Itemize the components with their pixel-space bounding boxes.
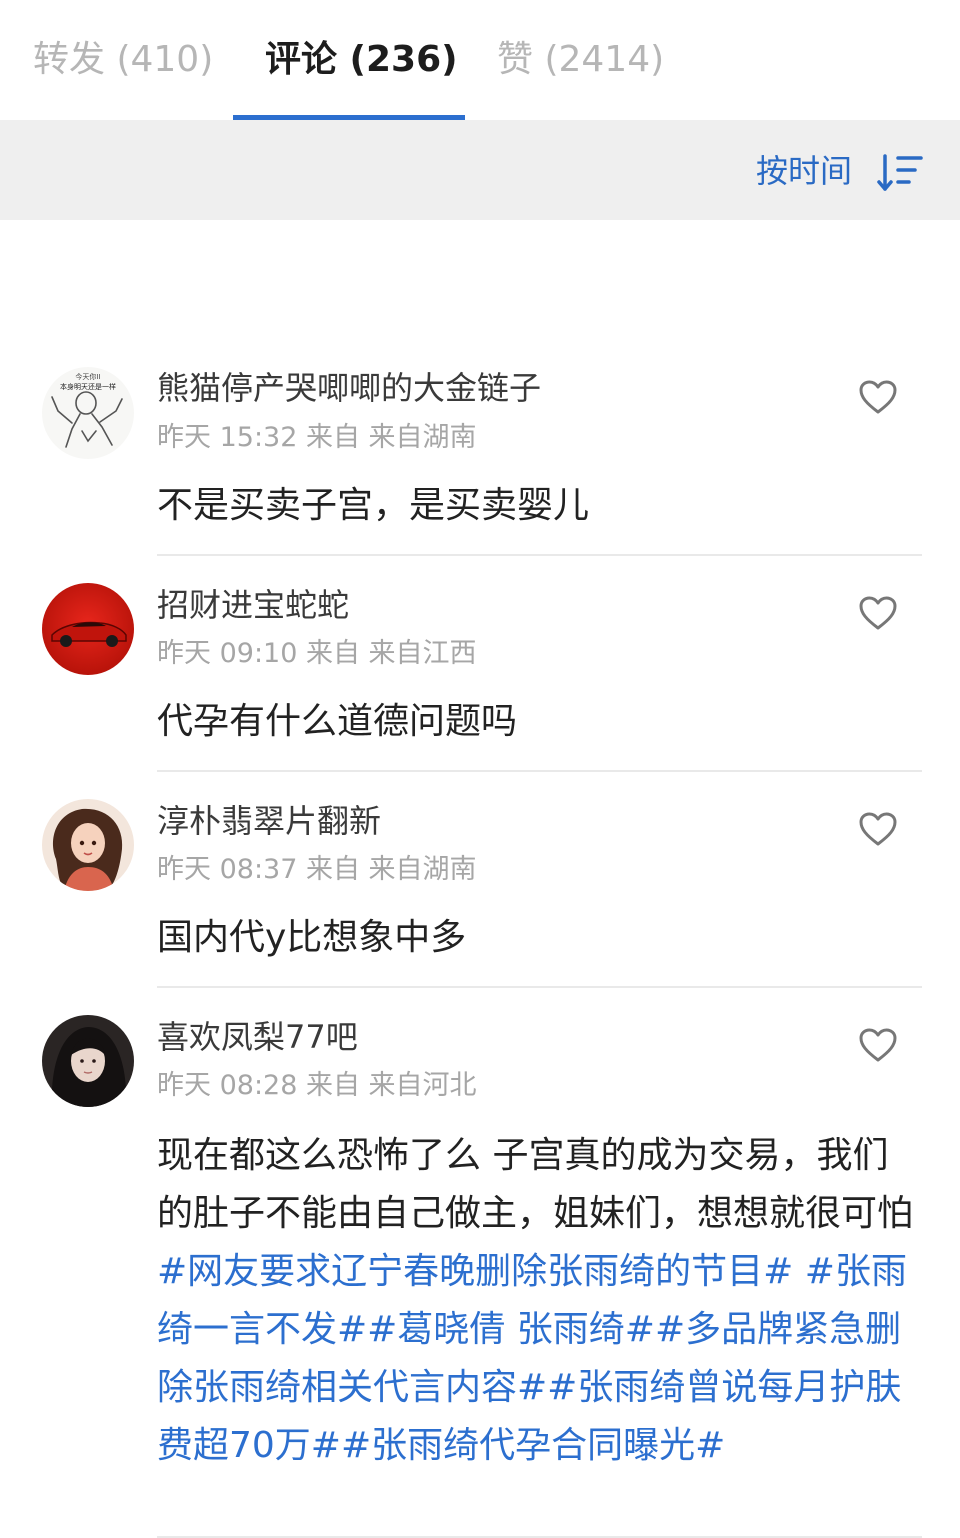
sort-by-time-button[interactable]: 按时间 <box>756 148 852 194</box>
sort-descending-icon[interactable] <box>876 153 924 193</box>
divider <box>157 986 922 988</box>
avatar[interactable]: 今天你II 本身明天还是一样 <box>42 367 134 459</box>
hashtag-link[interactable]: #葛晓倩 张雨绮# <box>367 1309 655 1350</box>
comment-text-plain: 现在都这么恐怖了么 子宫真的成为交易，我们的肚子不能由自己做主，姐妹们，想想就很… <box>157 1135 914 1234</box>
comment-username[interactable]: 招财进宝蛇蛇 <box>157 583 349 627</box>
svg-text:今天你II: 今天你II <box>75 372 100 381</box>
hashtag-separator <box>793 1251 804 1292</box>
heart-icon[interactable] <box>858 811 898 847</box>
comment-meta: 昨天 09:10 来自 来自江西 <box>157 638 477 669</box>
avatar[interactable] <box>42 799 134 891</box>
comment-meta: 昨天 08:28 来自 来自河北 <box>157 1070 477 1101</box>
comment-text: 国内代y比想象中多 <box>157 917 467 958</box>
comment-username[interactable]: 喜欢凤梨77吧 <box>157 1015 358 1059</box>
heart-icon[interactable] <box>858 379 898 415</box>
hashtag-link[interactable]: #张雨绮代孕合同曝光# <box>341 1425 725 1466</box>
comment-username[interactable]: 淳朴翡翠片翻新 <box>157 799 381 843</box>
comment-text: 不是买卖子宫，是买卖婴儿 <box>157 485 590 526</box>
comment-tabs: 转发 (410) 评论 (236) 赞 (2414) <box>0 0 960 120</box>
comment-username[interactable]: 熊猫停产哭唧唧的大金链子 <box>157 366 541 410</box>
svg-text:本身明天还是一样: 本身明天还是一样 <box>60 382 116 391</box>
tab-reposts[interactable]: 转发 (410) <box>33 34 213 86</box>
comment-meta: 昨天 08:37 来自 来自湖南 <box>157 854 477 885</box>
comment-text: 代孕有什么道德问题吗 <box>157 701 518 742</box>
tab-likes[interactable]: 赞 (2414) <box>497 34 664 86</box>
divider <box>157 554 922 556</box>
comment-meta: 昨天 15:32 来自 来自湖南 <box>157 422 477 453</box>
heart-icon[interactable] <box>858 1027 898 1063</box>
hashtag-link[interactable]: #网友要求辽宁春晚删除张雨绮的节目# <box>157 1251 793 1292</box>
heart-icon[interactable] <box>858 595 898 631</box>
tab-comments[interactable]: 评论 (236) <box>265 34 458 86</box>
comment-text: 现在都这么恐怖了么 子宫真的成为交易，我们的肚子不能由自己做主，姐妹们，想想就很… <box>157 1127 917 1475</box>
avatar[interactable] <box>42 1015 134 1107</box>
divider <box>157 770 922 772</box>
avatar[interactable] <box>42 583 134 675</box>
